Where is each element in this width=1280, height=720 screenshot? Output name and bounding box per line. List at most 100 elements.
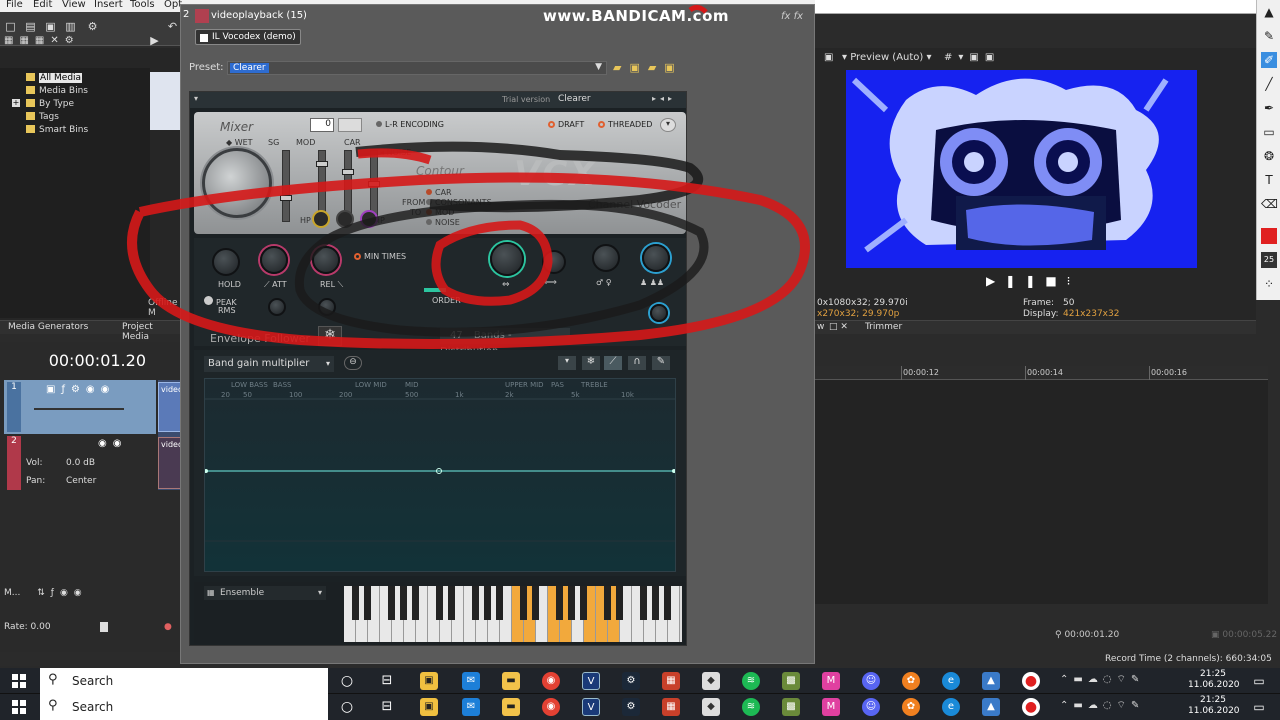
stamp-icon[interactable]: ❂ — [1261, 148, 1277, 164]
hp-knob-1[interactable] — [312, 210, 330, 228]
black-key[interactable] — [364, 586, 371, 620]
black-key[interactable] — [472, 586, 479, 620]
menu-file[interactable]: File — [6, 0, 23, 10]
new-project-icon[interactable]: □ — [4, 20, 17, 33]
vm-icon[interactable]: ◆ — [702, 698, 720, 716]
black-key[interactable] — [640, 586, 647, 620]
tree-item-by-type[interactable]: By Type — [26, 98, 74, 110]
curve-icon[interactable]: ⟋ — [604, 356, 622, 370]
store-icon[interactable]: ▣ — [420, 672, 438, 690]
windows-start-icon[interactable] — [12, 674, 26, 688]
tab-preview[interactable]: w — [817, 322, 824, 332]
video-clip[interactable]: video — [158, 382, 183, 432]
options-chevron-icon[interactable]: ▾ — [660, 118, 676, 132]
tree-item-media-bins[interactable]: Media Bins — [26, 85, 88, 97]
file-explorer-icon[interactable]: ▬ — [502, 672, 520, 690]
output-knob[interactable] — [650, 304, 668, 322]
edge-icon[interactable]: e — [942, 698, 960, 716]
play-icon[interactable]: ▶ — [148, 34, 161, 47]
task-view-icon[interactable]: ⊟ — [378, 672, 396, 690]
size-icon[interactable]: 25 — [1261, 252, 1277, 268]
spotify-icon[interactable]: ≋ — [742, 672, 760, 690]
cortana-icon[interactable]: ○ — [338, 672, 356, 690]
black-key[interactable] — [604, 586, 611, 620]
spotify-icon[interactable]: ≋ — [742, 698, 760, 716]
master-fx-icons[interactable]: ⇅ƒ◉◉ — [37, 588, 87, 598]
m-app-icon[interactable]: M — [822, 672, 840, 690]
menu-edit[interactable]: Edit — [33, 0, 52, 10]
notifications-icon[interactable]: ▭ — [1250, 698, 1268, 716]
record-icon[interactable]: ● — [164, 622, 172, 632]
snowflake-icon[interactable]: ❄ — [318, 326, 342, 346]
taskbar-search[interactable]: ⚲ Search — [40, 668, 328, 694]
band-gain-dropdown[interactable]: Band gain multiplier ▾ — [204, 356, 334, 372]
band-gain-curve[interactable] — [205, 379, 675, 571]
minecraft-icon[interactable]: ▩ — [782, 672, 800, 690]
plugin-titlebar[interactable]: 2 videoplayback (15) www.BANDICAM.com fx… — [181, 5, 814, 29]
notifications-icon[interactable]: ▭ — [1250, 672, 1268, 690]
wet-knob[interactable] — [202, 148, 272, 218]
render-icon[interactable]: ▥ — [64, 20, 77, 33]
min-times-toggle[interactable]: MIN TIMES — [354, 252, 406, 261]
task-view-icon[interactable]: ⊟ — [378, 698, 396, 716]
black-key[interactable] — [484, 586, 491, 620]
contour-noise-option[interactable]: NOISE — [426, 218, 460, 227]
tab-project-media[interactable]: Project Media — [122, 322, 182, 342]
photos-icon[interactable]: ▲ — [982, 698, 1000, 716]
black-key[interactable] — [448, 586, 455, 620]
link-icon[interactable]: ⊖ — [344, 356, 362, 370]
expand-icon[interactable]: + — [12, 99, 20, 107]
system-tray-icons[interactable]: ⌃▬☁◌⌔✎ — [1060, 699, 1144, 712]
black-key[interactable] — [580, 586, 587, 620]
bands-distribution[interactable]: 47 Bands - Distribution — [440, 328, 570, 357]
maximize-icon[interactable]: □ ✕ — [829, 322, 848, 332]
file-explorer-icon[interactable]: ▬ — [502, 698, 520, 716]
mail-icon[interactable]: ✉ — [462, 698, 480, 716]
env-knob-small-1[interactable] — [268, 298, 286, 316]
tab-trimmer[interactable]: Trimmer — [865, 322, 902, 332]
vm-icon[interactable]: ◆ — [702, 672, 720, 690]
black-key[interactable] — [520, 586, 527, 620]
bandicam-record-icon[interactable]: ● — [1022, 698, 1040, 716]
black-key[interactable] — [388, 586, 395, 620]
properties-gear-icon[interactable]: ⚙ — [86, 20, 99, 33]
vegas-icon[interactable]: V — [582, 698, 600, 716]
hp-knob-2[interactable] — [336, 210, 354, 228]
color-swatch-icon[interactable] — [1261, 228, 1277, 244]
black-key[interactable] — [616, 586, 623, 620]
timeline-scrollbar[interactable] — [1268, 340, 1280, 640]
black-key[interactable] — [652, 586, 659, 620]
tree-item-tags[interactable]: Tags — [26, 111, 59, 123]
taskbar-clock[interactable]: 21:25 11.06.2020 — [1188, 669, 1240, 691]
fx-icons[interactable]: fx fx — [781, 11, 803, 22]
ensemble-dropdown[interactable]: ▦ Ensemble ▾ — [204, 586, 326, 600]
dots-icon[interactable]: ⁘ — [1261, 276, 1277, 292]
brush-icon[interactable]: ✐ — [1261, 52, 1277, 68]
m-app-icon[interactable]: M — [822, 698, 840, 716]
black-key[interactable] — [568, 586, 575, 620]
shift-knob[interactable] — [542, 250, 566, 274]
hp-knob-3[interactable] — [360, 210, 378, 228]
menu-insert[interactable]: Insert — [94, 0, 123, 10]
minecraft-icon[interactable]: ▩ — [782, 698, 800, 716]
band-gain-graph[interactable]: LOW BASS BASS LOW MID MID UPPER MID PAS … — [204, 378, 676, 572]
explorer-toolbar-icons[interactable]: ▦▦▦✕⚙ — [4, 34, 114, 47]
tab-media-generators[interactable]: Media Generators — [8, 322, 88, 332]
snowflake-icon[interactable]: ❄ — [582, 356, 600, 370]
piano-keyboard[interactable] — [344, 586, 682, 642]
discord-icon[interactable]: ☺ — [862, 672, 880, 690]
plugin-chain-icon[interactable] — [195, 9, 209, 23]
chrome-icon[interactable]: ◉ — [542, 698, 560, 716]
transport-controls[interactable]: ▶❚❚■⁝ — [986, 274, 1081, 288]
rate-slider-thumb[interactable] — [100, 622, 108, 632]
vegas-icon[interactable]: V — [582, 672, 600, 690]
discord-icon[interactable]: ☺ — [862, 698, 880, 716]
mixer-value-box[interactable]: 0 — [310, 118, 334, 132]
formant-knob[interactable] — [592, 244, 620, 272]
volume-value[interactable]: 0.0 dB — [66, 458, 95, 468]
eraser-icon[interactable]: ⌫ — [1261, 196, 1278, 212]
track-mute-solo-icons[interactable]: ◉◉ — [98, 438, 127, 449]
black-key[interactable] — [556, 586, 563, 620]
chrome-icon[interactable]: ◉ — [542, 672, 560, 690]
video-track-header[interactable]: 1 ▣ƒ⚙◉◉ — [4, 380, 156, 434]
